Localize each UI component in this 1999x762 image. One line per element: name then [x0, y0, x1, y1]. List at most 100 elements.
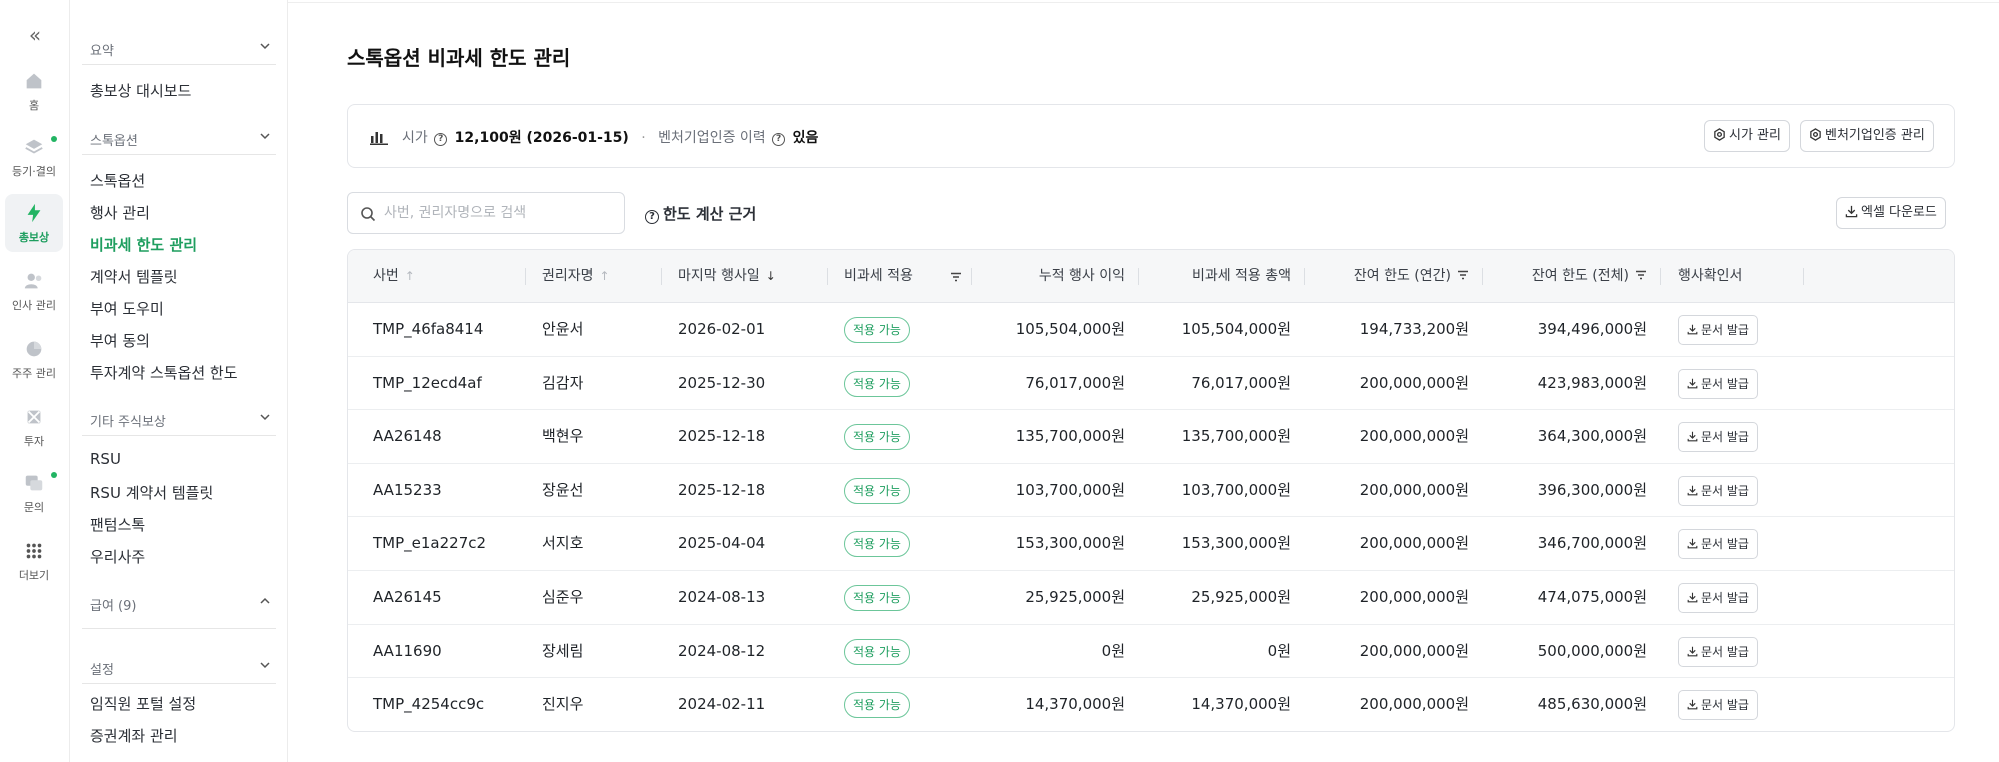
column-divider — [1660, 268, 1661, 285]
download-icon — [1687, 485, 1698, 496]
chevron-up-icon — [260, 597, 270, 604]
header-label: 비과세 적용 — [844, 268, 913, 284]
rail-item-home[interactable]: 홈 — [5, 62, 63, 120]
venture-manage-button[interactable]: 벤처기업인증 관리 — [1800, 120, 1934, 152]
button-label: 문서 발급 — [1701, 323, 1749, 337]
nav-link-exercise[interactable]: 행사 관리 — [90, 202, 150, 223]
calc-basis-link[interactable]: ? 한도 계산 근거 — [645, 203, 756, 224]
info-text: 시가 ? 12,100원 (2026-01-15) · 벤처기업인증 이력 ? … — [402, 127, 818, 147]
cell-last-exercise-date: 2025-12-18 — [678, 480, 766, 499]
issue-document-button[interactable]: 문서 발급 — [1678, 529, 1758, 560]
nav-link-grant-helper[interactable]: 부여 도우미 — [90, 298, 164, 319]
cell-holder-name: 안윤서 — [542, 320, 584, 338]
section-payroll[interactable]: 급여 (9) — [82, 587, 276, 617]
issue-document-button[interactable]: 문서 발급 — [1678, 690, 1758, 721]
header-label: 사번 — [373, 268, 399, 284]
nav-link-investment-limit[interactable]: 투자계약 스톡옵션 한도 — [90, 362, 238, 383]
sort-desc-icon: ↓ — [765, 269, 776, 283]
table-row[interactable]: AA15233 장윤선 2025-12-18 적용 가능 103,700,000원 103… — [348, 464, 1954, 518]
rail-item-registry[interactable]: 등기·결의 — [5, 128, 63, 186]
header-last-exercise-date[interactable]: 마지막 행사일 ↓ — [678, 250, 776, 303]
search-box[interactable] — [347, 192, 625, 234]
cell-holder-name: 장윤선 — [542, 480, 584, 499]
issue-document-button[interactable]: 문서 발급 — [1678, 583, 1758, 613]
excel-download-button[interactable]: 엑셀 다운로드 — [1836, 197, 1946, 229]
filter-icon[interactable] — [1635, 269, 1647, 281]
nav-link-grant-consent[interactable]: 부여 동의 — [90, 330, 150, 351]
cell-employee-id: TMP_e1a227c2 — [373, 534, 487, 553]
section-other-equity[interactable]: 기타 주식보상 — [82, 403, 276, 433]
cell-remaining-annual: 200,000,000원 — [1359, 480, 1469, 499]
notification-dot — [51, 472, 57, 478]
rail-item-hr[interactable]: 인사 관리 — [5, 262, 63, 320]
issue-document-button[interactable]: 문서 발급 — [1678, 422, 1758, 453]
rail-item-label: 인사 관리 — [12, 299, 56, 312]
header-tax-free-applied[interactable]: 비과세 적용 — [844, 250, 962, 303]
cell-remaining-overall: 474,075,000원 — [1537, 588, 1647, 606]
rail-item-compensation[interactable]: 총보상 — [5, 194, 63, 252]
download-icon — [1845, 205, 1858, 218]
table-row[interactable]: AA26148 백현우 2025-12-18 적용 가능 135,700,000원 135… — [348, 410, 1954, 464]
header-label: 잔여 한도 (전체) — [1531, 268, 1629, 284]
cell-last-exercise-date: 2025-12-30 — [678, 373, 766, 392]
collapse-sidebar-icon[interactable]: « — [22, 22, 48, 48]
cell-tax-free-total: 14,370,000원 — [1191, 695, 1291, 714]
filter-icon[interactable] — [950, 271, 962, 283]
separator: · — [641, 130, 646, 146]
rail-item-more[interactable]: 더보기 — [5, 532, 63, 590]
section-title: 기타 주식보상 — [90, 415, 166, 430]
table-row[interactable]: AA11690 장세림 2024-08-12 적용 가능 0원 0원 200,000,000… — [348, 625, 1954, 679]
header-tax-free-total[interactable]: 비과세 적용 총액 — [1148, 250, 1291, 303]
section-summary[interactable]: 요약 — [82, 32, 276, 62]
button-label: 벤처기업인증 관리 — [1825, 128, 1925, 143]
chat-icon — [25, 475, 43, 491]
table-row[interactable]: TMP_4254cc9c 진지우 2024-02-11 적용 가능 14,370,000… — [348, 678, 1954, 731]
table-row[interactable]: TMP_12ecd4af 김감자 2025-12-30 적용 가능 76,017,000… — [348, 357, 1954, 411]
rail-item-invest[interactable]: 투자 — [5, 398, 63, 456]
filter-icon[interactable] — [1457, 269, 1469, 281]
cell-tax-free-total: 25,925,000원 — [1191, 588, 1291, 606]
issue-document-button[interactable]: 문서 발급 — [1678, 636, 1758, 667]
nav-link-esop[interactable]: 우리사주 — [90, 546, 145, 567]
header-remaining-annual[interactable]: 잔여 한도 (연간) — [1314, 250, 1469, 303]
header-remaining-overall[interactable]: 잔여 한도 (전체) — [1492, 250, 1647, 303]
section-title: 요약 — [90, 44, 114, 59]
sort-asc-icon: ↑ — [404, 269, 415, 283]
nav-link-stock-options[interactable]: 스톡옵션 — [90, 170, 145, 191]
download-icon — [1687, 646, 1698, 656]
section-stock-options[interactable]: 스톡옵션 — [82, 122, 276, 152]
nav-link-brokerage[interactable]: 증권계좌 관리 — [90, 725, 178, 746]
nav-link-phantom-stock[interactable]: 팬텀스톡 — [90, 514, 145, 535]
nav-link-contract-templates[interactable]: 계약서 템플릿 — [90, 266, 178, 287]
cell-tax-free-total: 153,300,000원 — [1181, 534, 1291, 553]
cell-last-exercise-date: 2026-02-01 — [678, 320, 766, 338]
cell-remaining-annual: 200,000,000원 — [1359, 534, 1469, 553]
nav-link-rsu-templates[interactable]: RSU 계약서 템플릿 — [90, 482, 213, 503]
nav-link-dashboard[interactable]: 총보상 대시보드 — [90, 80, 191, 101]
table-row[interactable]: AA26145 심준우 2024-08-13 적용 가능 25,925,000원 25,9… — [348, 571, 1954, 625]
issue-document-button[interactable]: 문서 발급 — [1678, 315, 1758, 345]
header-holder-name[interactable]: 권리자명 ↑ — [542, 250, 610, 303]
help-icon[interactable]: ? — [434, 133, 448, 146]
issue-document-button[interactable]: 문서 발급 — [1678, 475, 1758, 506]
nav-link-rsu[interactable]: RSU — [90, 450, 121, 468]
rail-item-shareholders[interactable]: 주주 관리 — [5, 330, 63, 388]
nav-link-portal-settings[interactable]: 임직원 포털 설정 — [90, 693, 196, 714]
search-input[interactable] — [384, 201, 614, 225]
column-divider — [1138, 268, 1139, 285]
people-icon — [24, 273, 42, 289]
rail-item-inquiry[interactable]: 문의 — [5, 464, 63, 522]
header-cumulative-gain[interactable]: 누적 행사 이익 — [988, 250, 1125, 303]
help-icon[interactable]: ? — [772, 133, 786, 146]
cell-remaining-overall: 346,700,000원 — [1537, 534, 1647, 553]
header-employee-id[interactable]: 사번 ↑ — [373, 250, 415, 303]
table-row[interactable]: TMP_e1a227c2 서지호 2025-04-04 적용 가능 153,300,00… — [348, 517, 1954, 571]
cell-remaining-overall: 500,000,000원 — [1537, 641, 1647, 660]
status-badge: 적용 가능 — [844, 424, 910, 451]
help-icon: ? — [645, 210, 659, 224]
table-row[interactable]: TMP_46fa8414 안윤서 2026-02-01 적용 가능 105,504,00… — [348, 303, 1954, 357]
fair-value-manage-button[interactable]: 시가 관리 — [1704, 120, 1790, 152]
nav-link-tax-free-limit[interactable]: 비과세 한도 관리 — [90, 234, 197, 255]
section-settings[interactable]: 설정 — [82, 651, 276, 681]
issue-document-button[interactable]: 문서 발급 — [1678, 368, 1758, 399]
